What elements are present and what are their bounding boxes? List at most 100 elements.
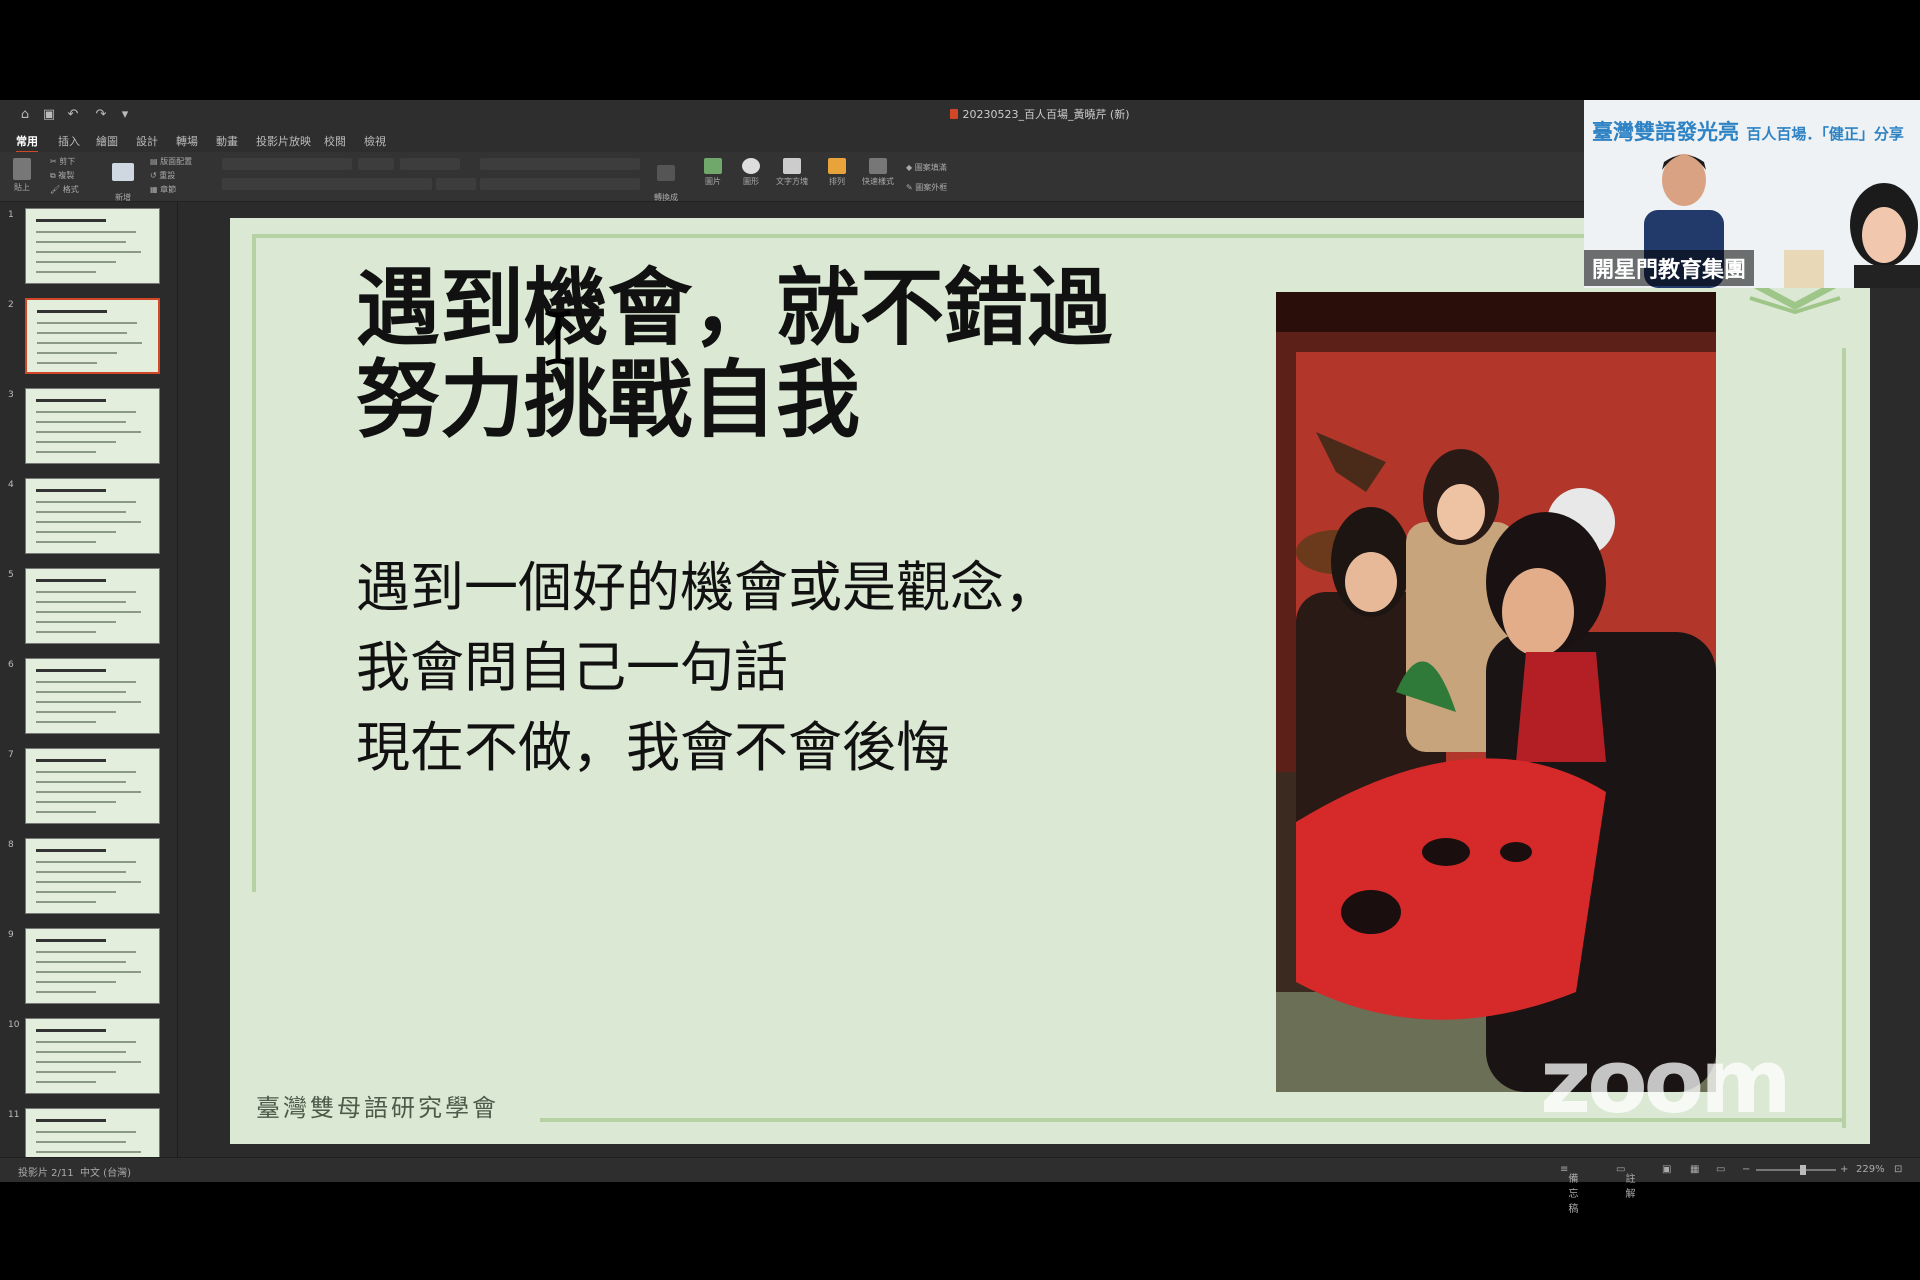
thumb-text-line bbox=[36, 631, 96, 633]
font-grow-shrink[interactable] bbox=[400, 158, 460, 170]
thumb-text-line bbox=[36, 669, 106, 672]
quick-styles-icon bbox=[869, 158, 887, 174]
slide-thumbnail[interactable] bbox=[25, 658, 160, 734]
thumb-text-line bbox=[37, 332, 127, 334]
textbox-icon bbox=[783, 158, 801, 174]
picture-icon bbox=[704, 158, 722, 174]
slide-thumbnail[interactable] bbox=[25, 838, 160, 914]
thumb-text-line bbox=[36, 1041, 136, 1043]
slide-thumbnails-pane[interactable]: 1 2 3 4 5 6 7 8 9 10 11 bbox=[0, 202, 178, 1157]
font-name-box[interactable] bbox=[222, 158, 352, 170]
thumb-text-line bbox=[36, 681, 136, 683]
paste-button[interactable]: 貼上 bbox=[8, 158, 36, 193]
language-indicator[interactable]: 中文 (台灣) bbox=[80, 1164, 131, 1179]
slide-thumb-number: 4 bbox=[8, 480, 14, 490]
slide-position: 投影片 2/11 bbox=[18, 1168, 74, 1179]
shapes-button[interactable]: 圖形 bbox=[736, 158, 766, 187]
tab-view[interactable]: 檢視 bbox=[364, 133, 386, 149]
font-color-button[interactable] bbox=[436, 178, 476, 190]
thumb-text-line bbox=[36, 411, 136, 413]
smartart-icon bbox=[657, 165, 675, 181]
tab-transitions[interactable]: 轉場 bbox=[176, 133, 198, 149]
tab-insert[interactable]: 插入 bbox=[58, 133, 80, 149]
zoom-in-icon[interactable]: + bbox=[1840, 1164, 1848, 1175]
thumb-text-line bbox=[36, 759, 106, 762]
format-painter-button[interactable]: 🖌 格式 bbox=[50, 184, 79, 195]
tab-slideshow[interactable]: 投影片放映 bbox=[256, 133, 311, 149]
slide-thumbnail[interactable] bbox=[25, 748, 160, 824]
slide-thumbnail[interactable] bbox=[25, 1108, 160, 1157]
slide-thumb-number: 5 bbox=[8, 570, 14, 580]
zoom-out-icon[interactable]: − bbox=[1742, 1164, 1750, 1175]
thumb-text-line bbox=[36, 541, 96, 543]
slide-thumbnail[interactable] bbox=[25, 1018, 160, 1094]
tab-draw[interactable]: 繪圖 bbox=[96, 133, 118, 149]
picture-button[interactable]: 圖片 bbox=[698, 158, 728, 187]
participant-video[interactable]: 臺灣雙語發光亮 百人百場．「健正」分享 開星門教育集團 bbox=[1584, 100, 1920, 288]
tab-design[interactable]: 設計 bbox=[136, 133, 158, 149]
arrange-button[interactable]: 排列 bbox=[822, 158, 852, 187]
paragraph-bullets[interactable] bbox=[480, 158, 640, 170]
thumb-text-line bbox=[36, 251, 141, 253]
slide-body-text[interactable]: 遇到一個好的機會或是觀念， 我會問自己一句話 現在不做，我會不會後悔 bbox=[356, 548, 1058, 788]
zoom-slider-thumb[interactable] bbox=[1800, 1165, 1806, 1175]
tab-animations[interactable]: 動畫 bbox=[216, 133, 238, 149]
tab-review[interactable]: 校閱 bbox=[324, 133, 346, 149]
slide-thumbnail[interactable] bbox=[25, 928, 160, 1004]
thumb-text-line bbox=[36, 451, 96, 453]
slide-title[interactable]: 遇到機會，就不錯過 努力挑戰自我 bbox=[356, 262, 1112, 446]
thumb-text-line bbox=[36, 801, 116, 803]
thumb-text-line bbox=[36, 711, 116, 713]
cut-button[interactable]: ✂ 剪下 bbox=[50, 156, 75, 167]
thumb-text-line bbox=[36, 591, 136, 593]
textbox-button[interactable]: 文字方塊 bbox=[772, 158, 812, 187]
slide-sorter-icon[interactable]: ▦ bbox=[1690, 1164, 1699, 1175]
shape-outline-button[interactable]: ✎ 圖案外框 bbox=[906, 182, 947, 193]
section-button[interactable]: ▦ 章節 bbox=[150, 184, 176, 195]
copy-button[interactable]: ⧉ 複製 bbox=[50, 170, 74, 181]
thumb-text-line bbox=[36, 399, 106, 402]
quick-styles-button[interactable]: 快速樣式 bbox=[858, 158, 898, 187]
layout-button[interactable]: ▤ 版面配置 bbox=[150, 156, 192, 167]
zoom-slider[interactable] bbox=[1756, 1169, 1836, 1171]
thumb-text-line bbox=[36, 231, 136, 233]
clipboard-icon bbox=[13, 158, 31, 180]
thumb-text-line bbox=[36, 791, 141, 793]
font-style-buttons[interactable] bbox=[222, 178, 432, 190]
thumb-text-line bbox=[36, 579, 106, 582]
thumb-text-line bbox=[36, 961, 126, 963]
thumb-text-line bbox=[36, 881, 141, 883]
slide-thumbnail[interactable] bbox=[25, 388, 160, 464]
tab-home[interactable]: 常用 bbox=[16, 133, 38, 153]
slide-thumbnail[interactable] bbox=[25, 208, 160, 284]
slide-thumbnail[interactable] bbox=[25, 298, 160, 374]
font-size-box[interactable] bbox=[358, 158, 394, 170]
thumb-text-line bbox=[37, 322, 137, 324]
reading-view-icon[interactable]: ▭ bbox=[1716, 1164, 1725, 1175]
slide-thumb-number: 8 bbox=[8, 840, 14, 850]
paragraph-alignment[interactable] bbox=[480, 178, 640, 190]
slide-thumb-number: 1 bbox=[8, 210, 14, 220]
slide-photo[interactable] bbox=[1276, 292, 1716, 1092]
thumb-text-line bbox=[36, 601, 126, 603]
reset-button[interactable]: ↺ 重設 bbox=[150, 170, 175, 181]
slide-frame-top bbox=[252, 234, 1642, 238]
current-slide[interactable]: 遇到機會，就不錯過 努力挑戰自我 遇到一個好的機會或是觀念， 我會問自己一句話 … bbox=[230, 218, 1870, 1144]
thumb-text-line bbox=[36, 431, 141, 433]
normal-view-icon[interactable]: ▣ bbox=[1662, 1164, 1671, 1175]
fit-slide-icon[interactable]: ⊡ bbox=[1894, 1164, 1902, 1175]
slide-thumb-number: 10 bbox=[8, 1020, 20, 1030]
new-slide-icon bbox=[112, 163, 134, 181]
shape-fill-button[interactable]: ◆ 圖案填滿 bbox=[906, 162, 947, 173]
zoom-level[interactable]: 229% bbox=[1856, 1164, 1885, 1175]
comments-button[interactable]: ▭ 註解 bbox=[1616, 1164, 1635, 1200]
notes-button[interactable]: ≡ 備忘稿 bbox=[1560, 1164, 1578, 1215]
thumb-text-line bbox=[36, 691, 126, 693]
thumb-text-line bbox=[36, 489, 106, 492]
slide-thumbnail[interactable] bbox=[25, 568, 160, 644]
thumb-text-line bbox=[36, 241, 126, 243]
thumb-text-line bbox=[36, 511, 126, 513]
video-banner: 臺灣雙語發光亮 百人百場．「健正」分享 bbox=[1592, 120, 1904, 144]
slide-thumbnail[interactable] bbox=[25, 478, 160, 554]
thumb-text-line bbox=[37, 362, 97, 364]
